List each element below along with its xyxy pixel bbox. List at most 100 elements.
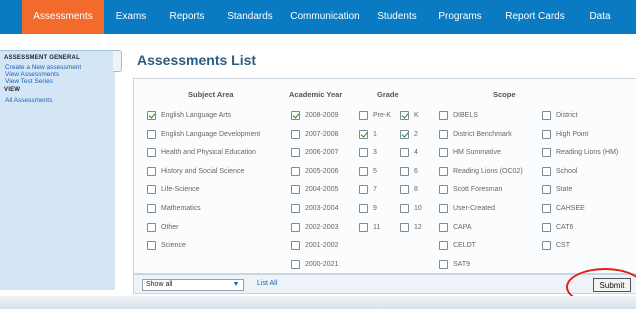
subject-checkbox[interactable] [147,111,156,120]
grade-checkbox[interactable] [359,130,368,139]
top-nav: Assessments Exams Reports Standards Comm… [0,0,636,34]
tab-communication[interactable]: Communication [286,0,364,34]
grade-checkbox[interactable] [359,111,368,120]
scope-checkbox-label: SAT9 [453,261,470,268]
scope-checkbox[interactable] [542,204,551,213]
scope-checkbox[interactable] [439,167,448,176]
grade-checkbox-label: 6 [414,168,418,175]
subject-checkbox[interactable] [147,148,156,157]
subject-checkbox[interactable] [147,185,156,194]
year-checkbox[interactable] [291,204,300,213]
grade-checkbox-label: K [414,112,419,119]
scope-checkbox-label: District Benchmark [453,131,512,138]
header-subject-area: Subject Area [188,90,234,99]
year-checkbox[interactable] [291,148,300,157]
tab-report-cards[interactable]: Report Cards [500,0,570,34]
year-checkbox[interactable] [291,130,300,139]
scope-checkbox[interactable] [542,241,551,250]
grade-checkbox-label: 12 [414,224,422,231]
tab-standards[interactable]: Standards [222,0,278,34]
chevron-down-icon[interactable]: ▼ [231,281,241,289]
year-checkbox-label: 2001-2002 [305,242,339,249]
scope-checkbox[interactable] [542,148,551,157]
sidebar-link-all-assessments[interactable]: All Assessments [5,97,52,104]
grade-checkbox[interactable] [400,148,409,157]
scope-checkbox[interactable] [439,111,448,120]
scope-checkbox[interactable] [542,223,551,232]
year-checkbox-label: 2006-2007 [305,149,339,156]
scope-checkbox[interactable] [439,130,448,139]
scope-checkbox[interactable] [439,148,448,157]
scope-checkbox-label: DIBELS [453,112,478,119]
tab-programs[interactable]: Programs [434,0,486,34]
header-grade: Grade [377,90,399,99]
subject-checkbox[interactable] [147,167,156,176]
tab-data[interactable]: Data [580,0,620,34]
show-filter-select[interactable]: Show all ▼ [142,279,244,291]
scope-checkbox[interactable] [439,241,448,250]
year-checkbox[interactable] [291,241,300,250]
subject-checkbox-label: History and Social Science [161,168,245,175]
year-checkbox[interactable] [291,167,300,176]
scope-checkbox[interactable] [542,130,551,139]
subject-checkbox-label: Other [161,224,179,231]
year-checkbox[interactable] [291,260,300,269]
year-checkbox-label: 2000-2021 [305,261,339,268]
grade-checkbox[interactable] [400,204,409,213]
year-checkbox-label: 2004-2005 [305,186,339,193]
grade-checkbox-label: 9 [373,205,377,212]
sidebar-link-view-assessments[interactable]: View Assessments [5,71,59,78]
sidebar: ASSESSMENT GENERAL Create a New assessme… [0,50,115,290]
scope-checkbox-label: School [556,168,578,175]
grade-checkbox[interactable] [400,223,409,232]
scope-checkbox[interactable] [439,223,448,232]
tab-reports[interactable]: Reports [163,0,211,34]
scope-checkbox[interactable] [542,111,551,120]
scope-checkbox-label: CST [556,242,570,249]
subject-checkbox-label: Mathematics [161,205,201,212]
scope-checkbox-label: CELDT [453,242,476,249]
grade-checkbox[interactable] [359,167,368,176]
grade-checkbox-label: Pre-K [373,112,391,119]
subject-checkbox[interactable] [147,241,156,250]
grade-checkbox[interactable] [400,111,409,120]
subject-checkbox[interactable] [147,130,156,139]
scope-checkbox[interactable] [439,204,448,213]
subject-checkbox[interactable] [147,223,156,232]
grade-checkbox[interactable] [400,185,409,194]
subject-checkbox-label: English Language Arts [161,112,232,119]
header-scope: Scope [493,90,516,99]
subject-checkbox[interactable] [147,204,156,213]
scope-checkbox[interactable] [439,260,448,269]
year-checkbox-label: 2008-2009 [305,112,339,119]
sidebar-collapse-handle[interactable] [113,50,122,72]
grade-checkbox[interactable] [359,185,368,194]
list-all-link[interactable]: List All [257,280,277,287]
scope-checkbox-label: Scott Foresman [453,186,503,193]
tab-students[interactable]: Students [372,0,422,34]
scope-checkbox[interactable] [542,185,551,194]
grade-checkbox-label: 10 [414,205,422,212]
tab-assessments[interactable]: Assessments [22,0,104,34]
scope-checkbox-label: CAHSEE [556,205,585,212]
year-checkbox[interactable] [291,223,300,232]
year-checkbox-label: 2005-2006 [305,168,339,175]
sidebar-link-create-assessment[interactable]: Create a New assessment [5,64,81,71]
grade-checkbox-label: 5 [373,168,377,175]
grade-checkbox[interactable] [400,167,409,176]
grade-checkbox[interactable] [359,148,368,157]
grade-checkbox[interactable] [359,223,368,232]
year-checkbox[interactable] [291,185,300,194]
year-checkbox[interactable] [291,111,300,120]
scope-checkbox[interactable] [439,185,448,194]
scope-checkbox-label: State [556,186,573,193]
scope-checkbox-label: CAPA [453,224,472,231]
grade-checkbox[interactable] [359,204,368,213]
year-checkbox-label: 2003-2004 [305,205,339,212]
scope-checkbox-label: District [556,112,578,119]
tab-exams[interactable]: Exams [110,0,152,34]
subject-checkbox-label: Science [161,242,186,249]
sidebar-link-view-test-series[interactable]: View Test Series [5,78,53,85]
scope-checkbox[interactable] [542,167,551,176]
grade-checkbox[interactable] [400,130,409,139]
